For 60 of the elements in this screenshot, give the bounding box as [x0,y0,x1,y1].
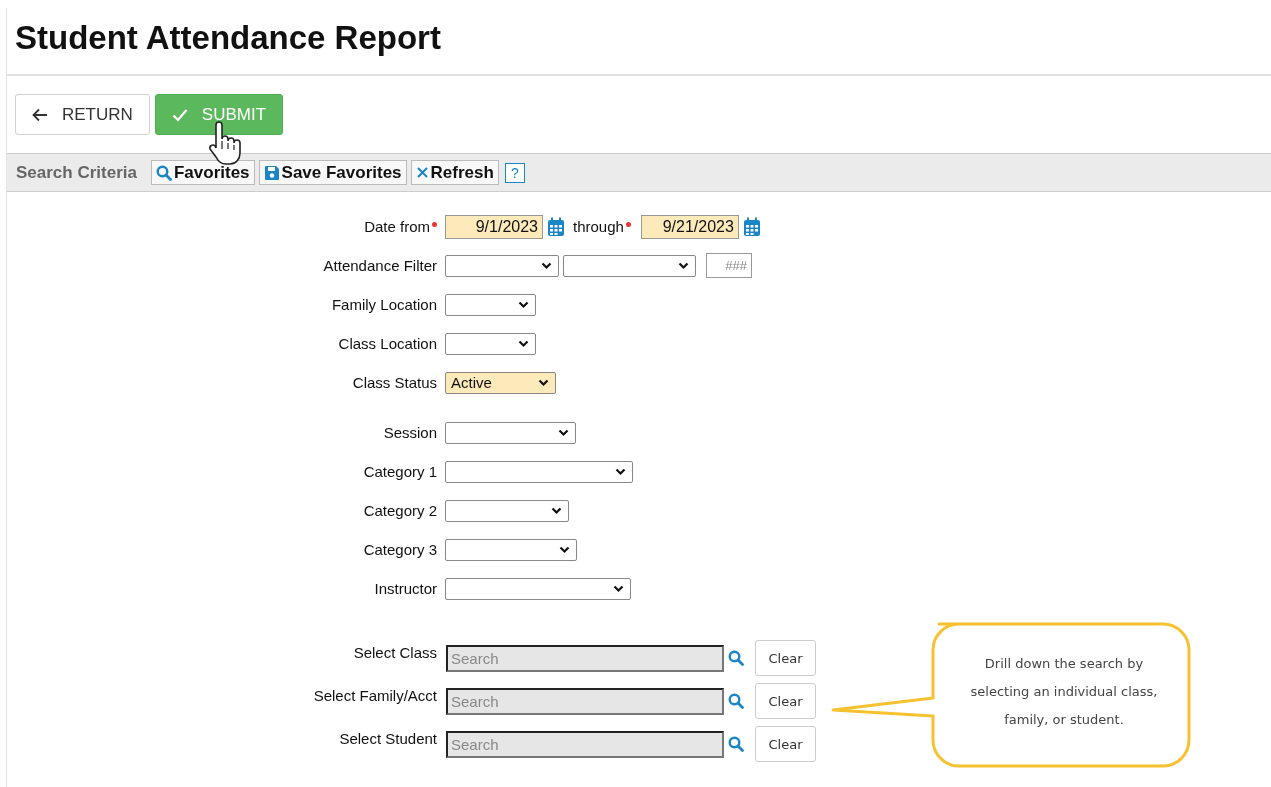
help-button[interactable]: ? [504,162,525,183]
search-icon [728,736,744,752]
dropdown[interactable] [445,254,559,277]
field-label: Class Status [351,374,437,391]
calendar-icon [547,216,565,237]
search-icon [728,693,744,709]
number-field[interactable]: ### [706,253,752,278]
dropdown[interactable] [445,421,576,444]
clear-button[interactable]: Clear [755,726,816,762]
date-field[interactable]: 9/21/2023 [640,214,739,239]
field-label: Select Class [352,643,437,661]
dropdown[interactable]: Active [445,371,556,394]
field-label: Class Location [337,335,437,352]
date-field[interactable]: 9/1/2023 [445,214,543,239]
return-button[interactable]: RETURN [15,94,150,135]
clear-button[interactable]: Clear [755,640,816,676]
field-label: Category 2 [362,502,437,519]
field-label: Instructor [373,580,437,597]
chevron-down-icon [518,339,529,348]
close-icon [415,166,429,179]
callout-text: Drill down the search by selecting an individual class, family, or student. [969,655,1159,729]
save-favorites-button[interactable]: Save Favorites [258,160,407,185]
chevron-down-icon [559,545,570,554]
favorites-button[interactable]: Favorites [150,160,255,185]
field-label: Category 1 [362,463,437,480]
search-icon [155,164,172,181]
field-label: Family Location [330,296,437,313]
arrow-left-icon [32,107,48,122]
dropdown[interactable] [563,254,696,277]
chevron-down-icon [538,378,549,387]
chevron-down-icon [551,506,562,515]
refresh-button[interactable]: Refresh [410,160,499,185]
dropdown[interactable] [445,460,633,483]
field-label: through [573,218,631,235]
field-label: Select Student [338,729,437,747]
dropdown[interactable] [445,332,536,355]
calendar-icon [742,216,761,237]
field-label: Attendance Filter [322,257,437,274]
field-label: Select Family/Acct [312,686,437,704]
chevron-down-icon [613,584,624,593]
dropdown[interactable] [445,499,569,522]
chevron-down-icon [518,300,529,309]
search-field[interactable]: Search [446,687,724,715]
chevron-down-icon [678,261,689,270]
clear-button[interactable]: Clear [755,683,816,719]
chevron-down-icon [558,428,569,437]
dropdown[interactable] [445,538,577,561]
page-title: Student Attendance Report [7,8,1271,76]
chevron-down-icon [615,467,626,476]
dropdown[interactable] [445,577,631,600]
field-label: Category 3 [362,541,437,558]
field-label: Date from [7,218,437,235]
field-label: Session [382,424,437,441]
dropdown[interactable] [445,293,536,316]
search-icon [728,650,744,666]
search-field[interactable]: Search [446,730,724,758]
chevron-down-icon [541,261,552,270]
search-field[interactable]: Search [446,644,724,672]
checkmark-icon [171,107,188,122]
criteria-label: Search Criteria [16,162,137,183]
